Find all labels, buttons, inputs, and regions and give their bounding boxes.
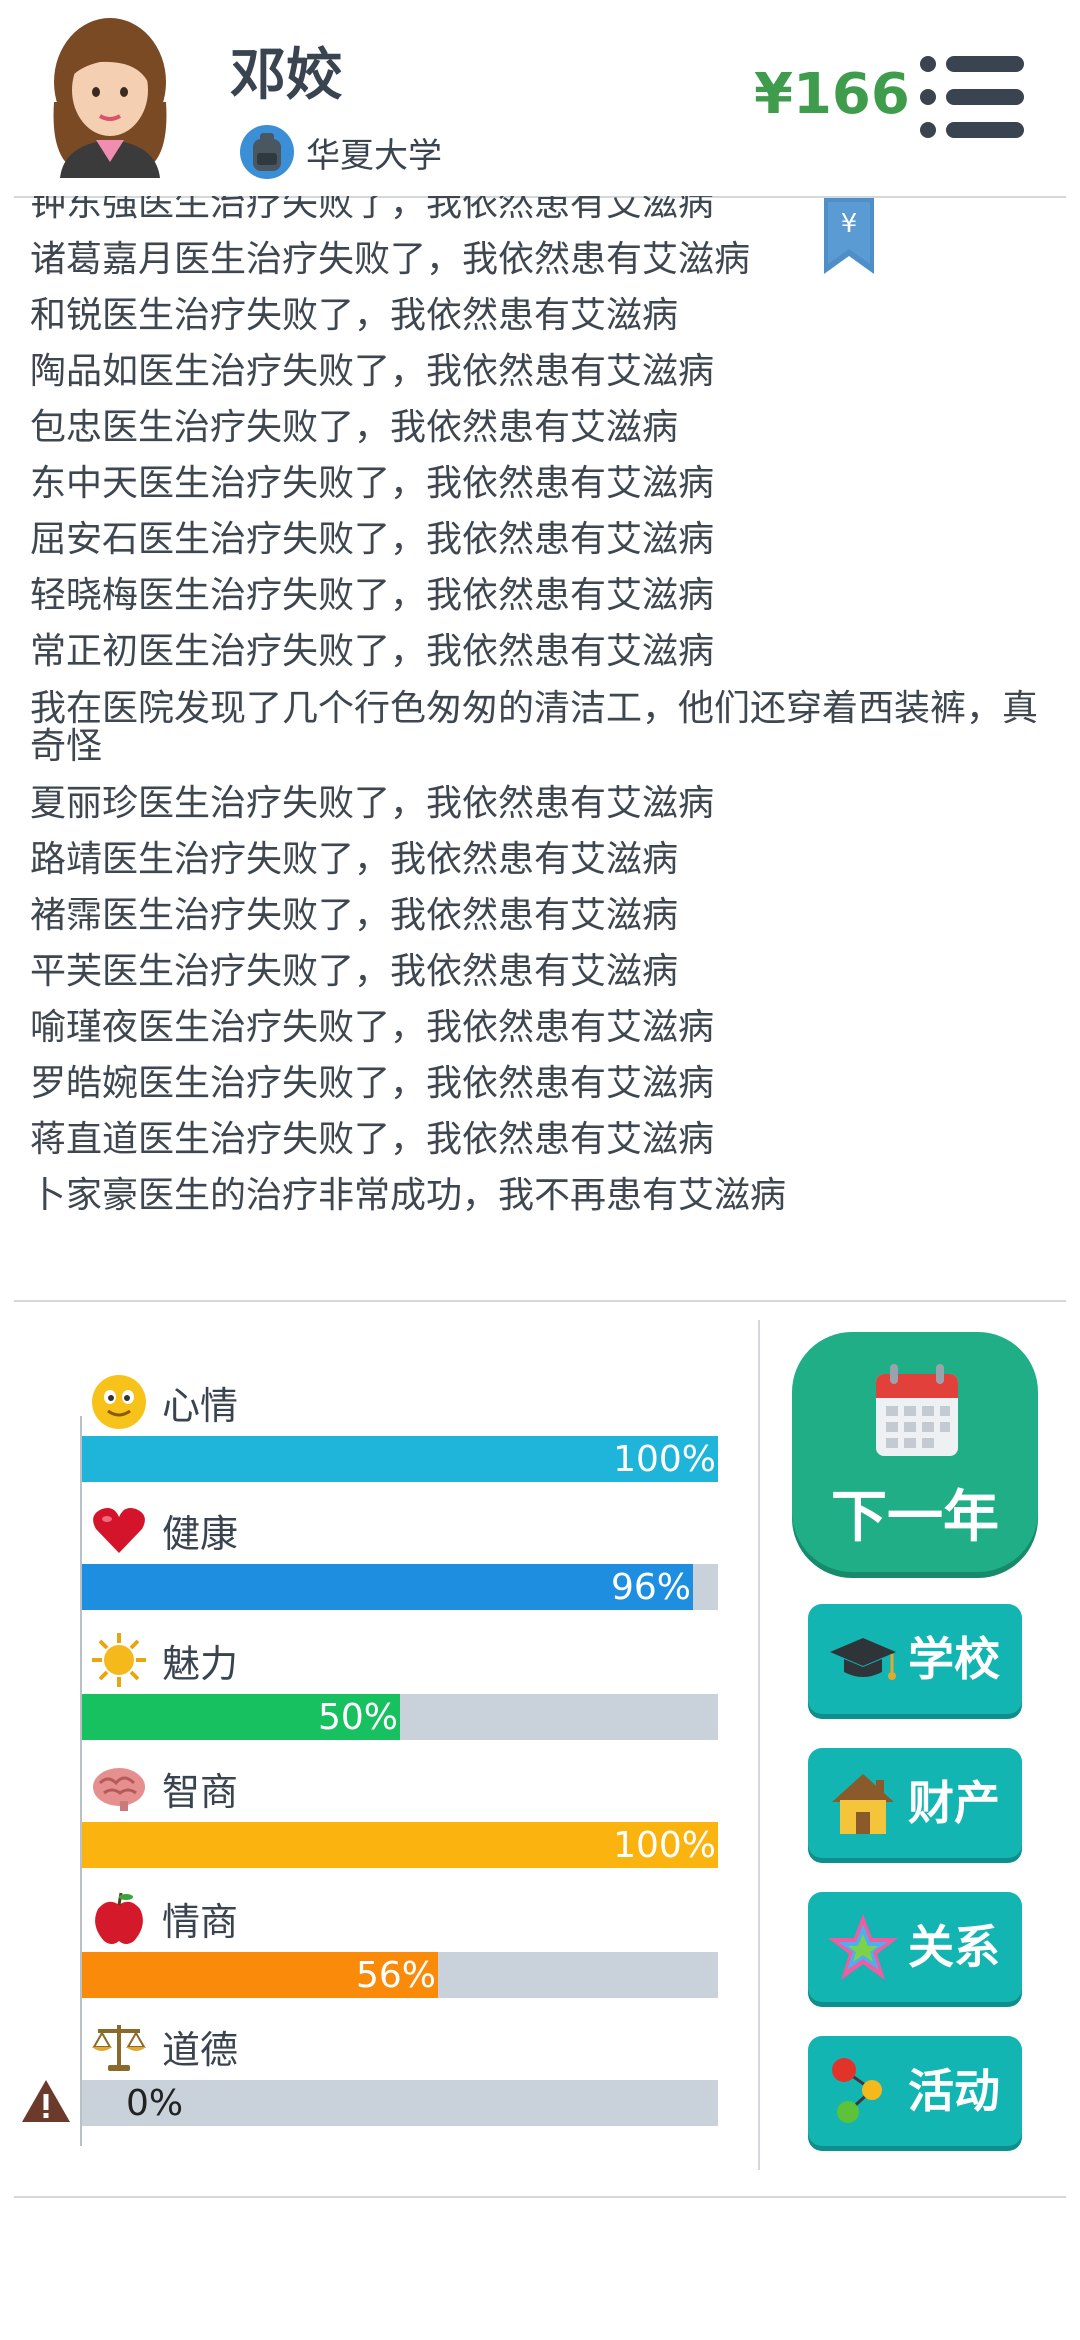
player-name: 邓姣 [230,43,342,108]
next-year-label: 下一年 [831,1485,999,1550]
stat-label: 健康 [162,1511,239,1556]
bookmark-symbol: ¥ [841,209,858,239]
activity-dots-icon [832,2058,882,2123]
scales-icon [92,2025,146,2071]
brain-icon [93,1768,145,1811]
school-button[interactable]: 学校 [808,1604,1022,1714]
relations-button[interactable]: 关系 [808,1892,1022,2002]
log-entry: 常正初医生治疗失败了，我依然患有艾滋病 [30,631,715,672]
activities-label: 活动 [908,2064,1000,2118]
bar-value: 0% [126,2083,184,2124]
log-entry: 蒋直道医生治疗失败了，我依然患有艾滋病 [30,1119,715,1160]
log-entry: 轻晓梅医生治疗失败了，我依然患有艾滋病 [30,575,715,616]
charm-bar: 50% [82,1694,718,1740]
stat-label: 情商 [162,1899,239,1944]
stat-health: 健康 [90,1500,238,1560]
eq-bar: 56% [82,1952,718,1998]
next-year-button[interactable]: 下一年 [792,1332,1038,1572]
house-icon [832,1774,894,1834]
bar-value: 100% [613,1439,716,1480]
bookmark-icon[interactable]: ¥ [822,198,876,276]
stat-label: 智商 [162,1769,239,1814]
stat-label: 道德 [162,2027,239,2072]
vertical-divider [758,1320,760,2170]
stat-charm: 魅力 [90,1630,238,1690]
log-entry: 我在医院发现了几个行色匆匆的清洁工，他们还穿着西装裤，真奇怪 [30,688,1039,767]
log-entry: 陶品如医生治疗失败了，我依然患有艾滋病 [30,351,715,392]
property-button[interactable]: 财产 [808,1748,1022,1858]
log-entry: 和锐医生治疗失败了，我依然患有艾滋病 [30,295,679,336]
log-entry: 夏丽珍医生治疗失败了，我依然患有艾滋病 [30,783,715,824]
graduation-cap-icon [830,1638,896,1680]
morality-bar: 0% [82,2080,718,2126]
bar-value: 96% [610,1567,691,1608]
school-name: 华夏大学 [306,135,442,176]
section-divider [14,1300,1066,1302]
log-entry: 褚霈医生治疗失败了，我依然患有艾滋病 [30,895,679,936]
sun-icon [92,1633,146,1687]
student-backpack-icon [240,125,294,179]
log-entry: 东中天医生治疗失败了，我依然患有艾滋病 [30,463,715,504]
log-entry: 喻瑾夜医生治疗失败了，我依然患有艾滋病 [30,1007,715,1048]
event-log[interactable]: 钟东强医生治疗失败了，我依然患有艾滋病 诸葛嘉月医生治疗失败了，我依然患有艾滋病… [30,196,1050,1270]
log-entry: 路靖医生治疗失败了，我依然患有艾滋病 [30,839,679,880]
health-bar: 96% [82,1564,718,1610]
mood-bar: 100% [82,1436,718,1482]
warning-icon[interactable] [20,2078,72,2124]
log-entry: 卜家豪医生的治疗非常成功，我不再患有艾滋病 [30,1175,787,1216]
star-icon [828,1914,898,1980]
menu-icon[interactable] [918,54,1028,140]
log-entry: 诸葛嘉月医生治疗失败了，我依然患有艾滋病 [30,239,751,280]
heart-icon [93,1508,145,1553]
money-display: ¥166 [754,62,910,127]
school-label: 学校 [908,1632,1000,1686]
stat-mood: 心情 [90,1372,238,1432]
log-entry: 钟东强医生治疗失败了，我依然患有艾滋病 [30,196,715,224]
iq-bar: 100% [82,1822,718,1868]
calendar-icon [876,1364,958,1456]
log-entry: 包忠医生治疗失败了，我依然患有艾滋病 [30,407,679,448]
stat-morality: 道德 [90,2016,238,2076]
bar-value: 50% [317,1697,398,1738]
log-entry: 屈安石医生治疗失败了，我依然患有艾滋病 [30,519,715,560]
log-entry: 平芙医生治疗失败了，我依然患有艾滋病 [30,951,679,992]
log-entry: 罗皓婉医生治疗失败了，我依然患有艾滋病 [30,1063,715,1104]
header: 邓姣 华夏大学 ¥166 [0,0,1080,196]
school-row: 华夏大学 [238,122,442,182]
stat-label: 心情 [162,1383,239,1428]
stat-iq: 智商 [90,1758,238,1818]
stat-eq: 情商 [90,1888,238,1948]
stats-axis [80,1416,82,2146]
bar-value: 56% [355,1955,436,1996]
relations-label: 关系 [908,1920,1000,1974]
apple-icon [95,1892,143,1944]
property-label: 财产 [908,1776,1000,1830]
bar-value: 100% [613,1825,716,1866]
smiley-icon [92,1375,146,1429]
stat-label: 魅力 [162,1641,239,1686]
bottom-divider [14,2196,1066,2198]
activities-button[interactable]: 活动 [808,2036,1022,2146]
avatar[interactable] [40,12,180,178]
